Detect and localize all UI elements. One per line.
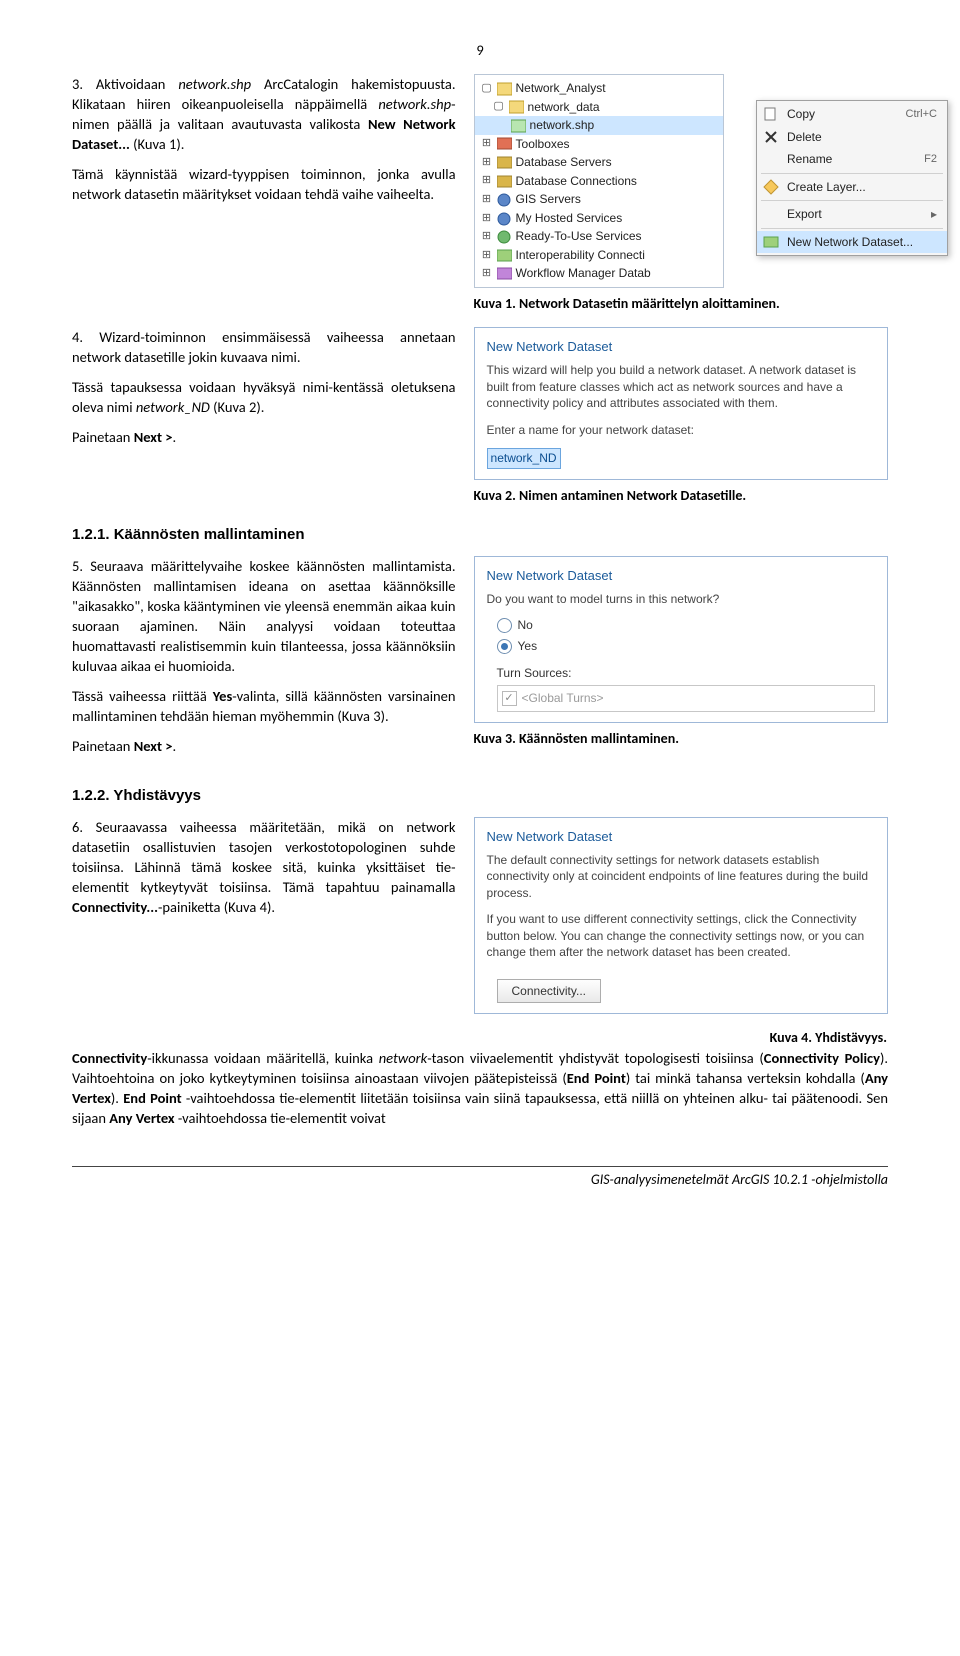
radio-no[interactable]: No (487, 617, 875, 634)
tree-node[interactable]: Ready-To-Use Services (516, 228, 642, 245)
wizard-question: Do you want to model turns in this netwo… (487, 591, 875, 608)
fig4-caption: Kuva 4. Yhdistävyys. (72, 1028, 887, 1047)
s2-p1: 4. Wizard-toiminnon ensimmäisessä vaihee… (72, 327, 456, 367)
tree-node[interactable]: Database Connections (516, 173, 637, 190)
menu-copy[interactable]: CopyCtrl+C (757, 103, 947, 126)
last-para: Connectivity-ikkunassa voidaan määritell… (72, 1048, 888, 1128)
s3-p2: Tässä vaiheessa riittää Yes-valinta, sil… (72, 686, 456, 726)
fig2-caption: Kuva 2. Nimen antaminen Network Dataseti… (474, 486, 888, 505)
wizard-title: New Network Dataset (487, 567, 875, 585)
tree-node[interactable]: Network_Analyst (516, 80, 606, 97)
menu-delete[interactable]: Delete (757, 126, 947, 149)
fig1-catalog-tree: ▢Network_Analyst ▢network_data network.s… (474, 74, 888, 288)
tree-node[interactable]: network_data (528, 99, 600, 116)
s2-p2: Tässä tapauksessa voidaan hyväksyä nimi-… (72, 377, 456, 417)
s3-p3: Painetaan Next >. (72, 736, 456, 756)
tree-node[interactable]: My Hosted Services (516, 210, 623, 227)
s3-p1: 5. Seuraava määrittelyvaihe koskee käänn… (72, 556, 456, 676)
heading-122: 1.2.2. Yhdistävyys (72, 786, 888, 807)
wizard-name-input[interactable]: network_ND (487, 448, 561, 469)
menu-rename[interactable]: RenameF2 (757, 148, 947, 171)
wizard-title: New Network Dataset (487, 338, 875, 356)
menu-new-network-dataset[interactable]: New Network Dataset... (757, 231, 947, 254)
context-menu: CopyCtrl+C Delete RenameF2 Create Layer.… (756, 100, 948, 256)
fig2-wizard: New Network Dataset This wizard will hel… (474, 327, 888, 480)
tree-node[interactable]: Interoperability Connecti (516, 247, 645, 264)
page-footer: GIS-analyysimenetelmät ArcGIS 10.2.1 -oh… (72, 1166, 888, 1189)
tree-node[interactable]: Database Servers (516, 154, 612, 171)
s2-p3: Painetaan Next >. (72, 427, 456, 447)
fig3-wizard: New Network Dataset Do you want to model… (474, 556, 888, 723)
wizard-intro: This wizard will help you build a networ… (487, 362, 875, 412)
wizard-title: New Network Dataset (487, 828, 875, 846)
fig3-caption: Kuva 3. Käännösten mallintaminen. (474, 729, 888, 748)
menu-create-layer[interactable]: Create Layer... (757, 176, 947, 199)
page-number: 9 (72, 40, 888, 60)
tree-node[interactable]: Workflow Manager Datab (516, 265, 651, 282)
wizard-txt1: The default connectivity settings for ne… (487, 852, 875, 902)
fig4-wizard: New Network Dataset The default connecti… (474, 817, 888, 1015)
wizard-txt2: If you want to use different connectivit… (487, 911, 875, 961)
tree-node[interactable]: GIS Servers (516, 191, 581, 208)
turn-sources-label: Turn Sources: (497, 665, 875, 682)
menu-export[interactable]: Export▸ (757, 203, 947, 226)
fig1-caption: Kuva 1. Network Datasetin määrittelyn al… (474, 294, 888, 313)
connectivity-button[interactable]: Connectivity... (497, 979, 601, 1004)
turn-sources-list: ✓<Global Turns> (497, 685, 875, 712)
heading-121: 1.2.1. Käännösten mallintaminen (72, 525, 888, 546)
s4-p1: 6. Seuraavassa vaiheessa määritetään, mi… (72, 817, 456, 917)
tree-node-selected[interactable]: network.shp (530, 117, 595, 134)
tree-node[interactable]: Toolboxes (516, 136, 570, 153)
wizard-label: Enter a name for your network dataset: (487, 422, 875, 439)
s1-p1: 3. Aktivoidaan network.shp ArcCatalogin … (72, 74, 456, 154)
radio-yes[interactable]: Yes (487, 638, 875, 655)
s1-p2: Tämä käynnistää wizard-tyyppisen toiminn… (72, 164, 456, 204)
